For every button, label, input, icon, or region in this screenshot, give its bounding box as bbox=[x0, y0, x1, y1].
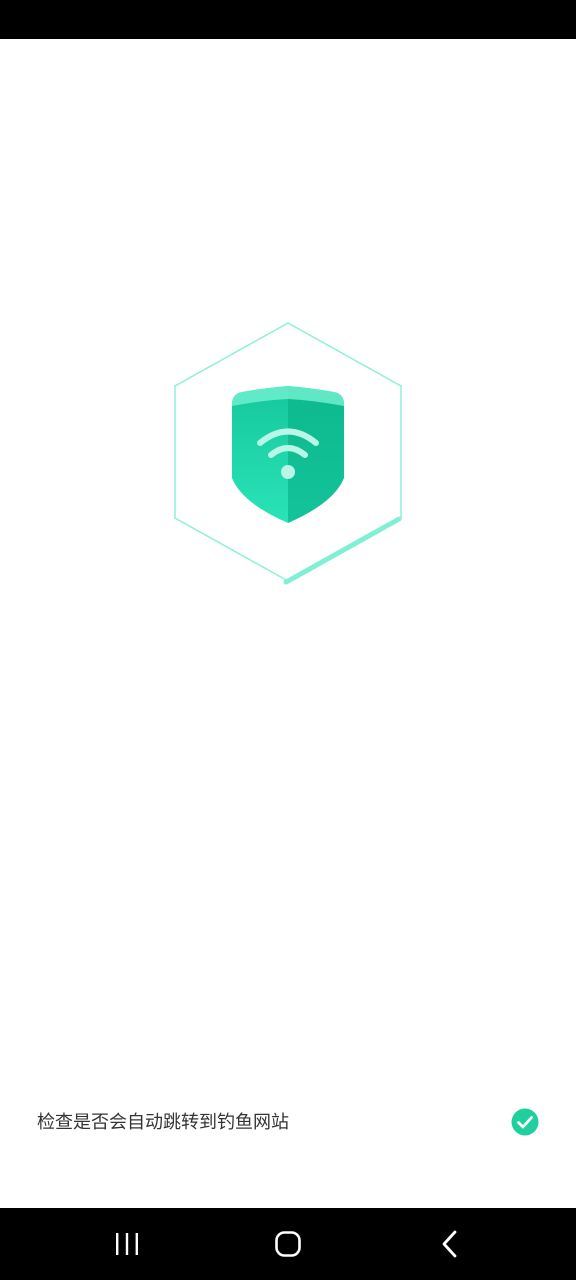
scan-progress-arc bbox=[283, 516, 402, 585]
recents-icon bbox=[114, 1232, 140, 1256]
status-bar bbox=[0, 0, 576, 39]
scan-check-label: 检查是否会自动跳转到钓鱼网站 bbox=[37, 1112, 289, 1133]
home-icon bbox=[274, 1230, 302, 1258]
back-icon bbox=[440, 1230, 460, 1258]
scan-check-item: 检查是否会自动跳转到钓鱼网站 bbox=[0, 1097, 576, 1149]
recents-button[interactable] bbox=[97, 1224, 157, 1264]
system-navigation-bar bbox=[0, 1208, 576, 1280]
wifi-shield-icon bbox=[232, 386, 344, 523]
scan-animation bbox=[170, 318, 406, 586]
check-circle-icon bbox=[511, 1108, 539, 1136]
back-button[interactable] bbox=[420, 1224, 480, 1264]
home-button[interactable] bbox=[258, 1224, 318, 1264]
